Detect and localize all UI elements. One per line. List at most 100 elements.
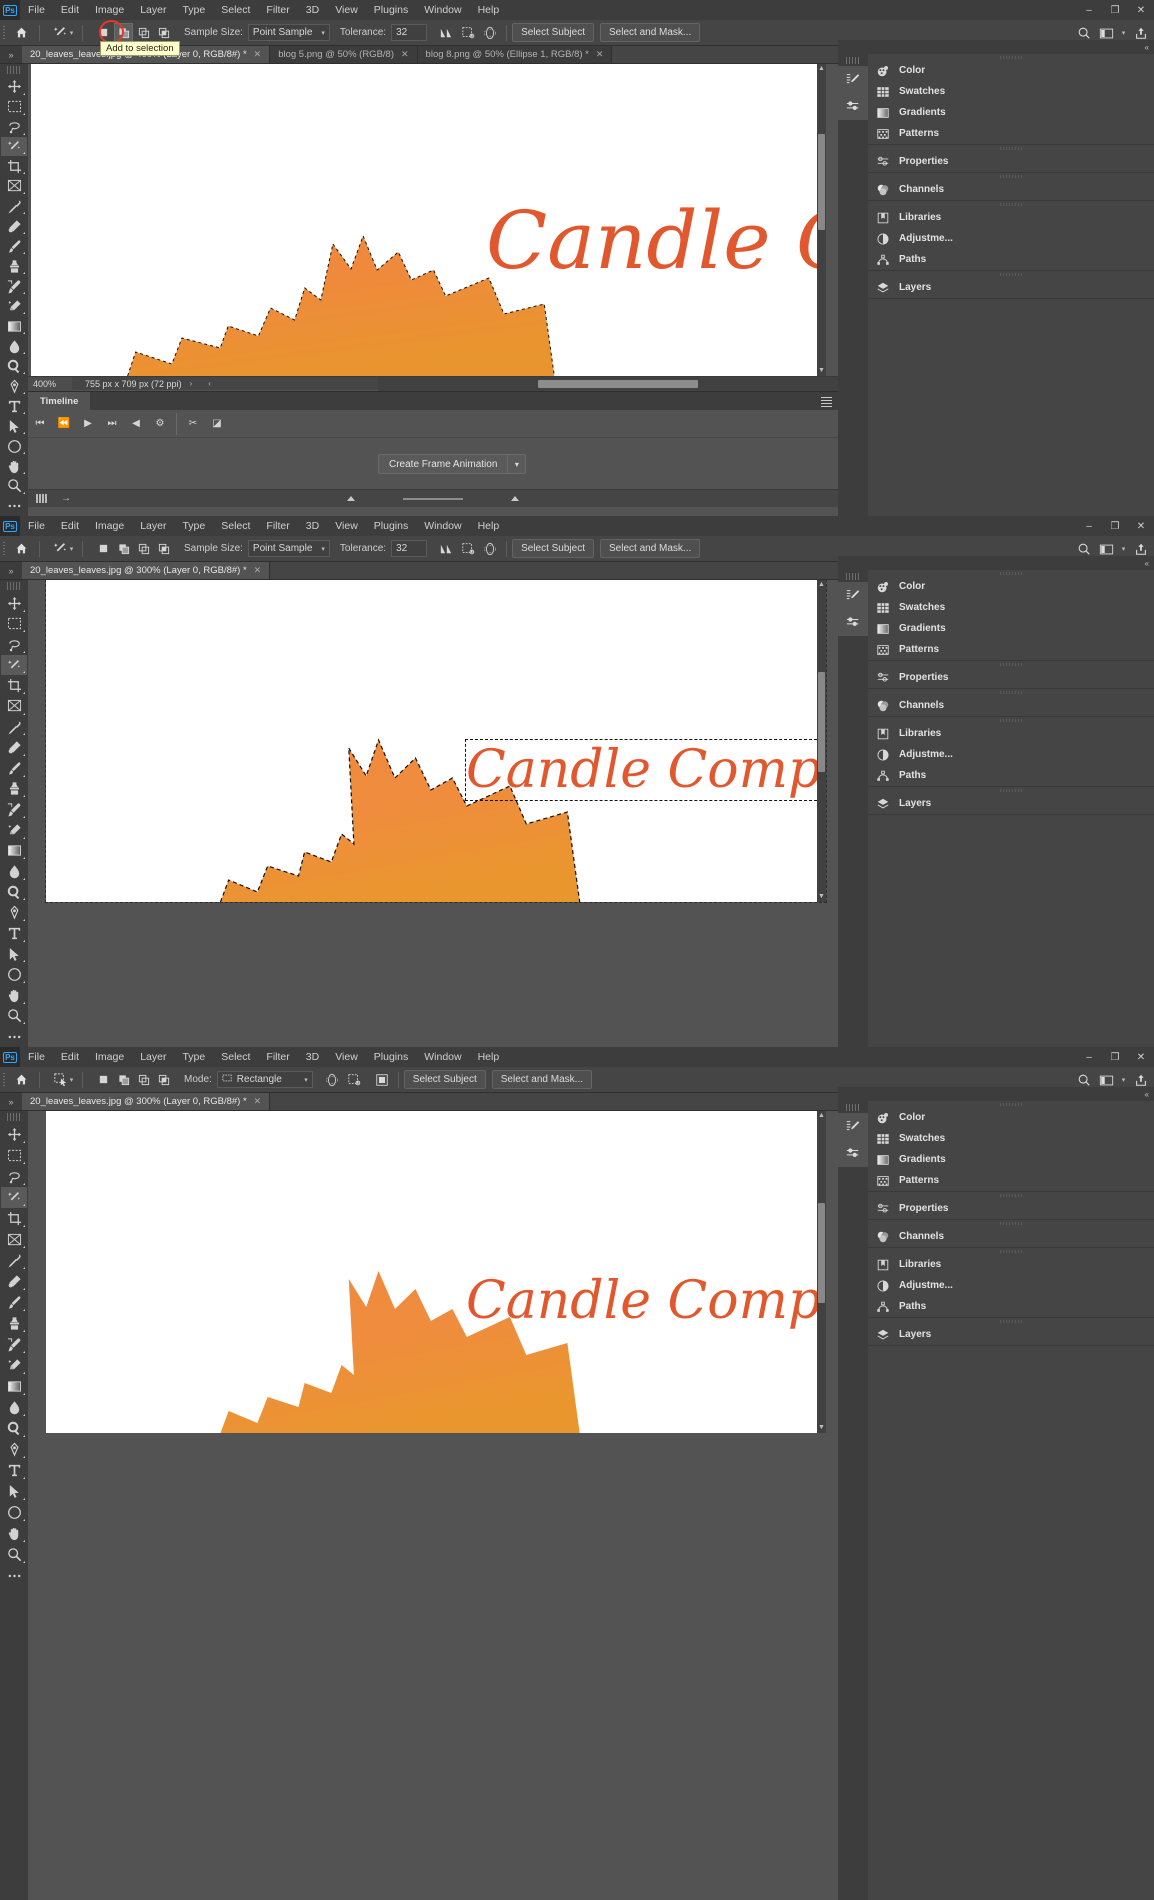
add-to-selection-icon[interactable] <box>114 1070 133 1089</box>
zoom-tool-icon[interactable] <box>1 476 27 496</box>
menu-select[interactable]: Select <box>213 516 258 536</box>
add-to-selection-icon[interactable] <box>114 539 133 558</box>
panel-item-channels[interactable]: Channels <box>868 179 1154 200</box>
blur-tool-icon[interactable] <box>1 861 27 882</box>
menu-plugins[interactable]: Plugins <box>366 0 416 20</box>
vertical-scroll-thumb[interactable] <box>818 672 825 772</box>
document-canvas-2[interactable]: Candle Comp ▲ ▼ <box>45 580 827 903</box>
eyedropper-tool-icon[interactable] <box>1 1250 27 1271</box>
minimize-button[interactable]: – <box>1076 1047 1102 1067</box>
panel-item-color[interactable]: Color <box>868 60 1154 81</box>
panel-item-adjustments[interactable]: Adjustme... <box>868 228 1154 249</box>
menu-window[interactable]: Window <box>416 0 469 20</box>
panel-item-paths[interactable]: Paths <box>868 1296 1154 1317</box>
sample-size-dropdown[interactable]: Point Sample ▾ <box>247 24 330 41</box>
menu-layer[interactable]: Layer <box>132 516 174 536</box>
ellipse-tool-icon[interactable] <box>1 964 27 985</box>
rectangular-marquee-tool-icon[interactable] <box>1 97 27 117</box>
object-selection-tool-icon[interactable] <box>1 654 27 676</box>
menu-view[interactable]: View <box>327 0 366 20</box>
menu-help[interactable]: Help <box>470 516 508 536</box>
frame-tool-icon[interactable] <box>1 176 27 196</box>
play-icon[interactable]: ▶ <box>76 412 100 436</box>
horizontal-scroll-thumb[interactable] <box>538 380 698 388</box>
panel-item-layers[interactable]: Layers <box>868 277 1154 298</box>
scroll-up-icon[interactable]: ▲ <box>817 64 826 74</box>
eraser-tool-icon[interactable] <box>1 1355 27 1376</box>
gradient-tool-icon[interactable] <box>1 1376 27 1397</box>
sample-size-dropdown[interactable]: Point Sample ▾ <box>247 540 330 557</box>
create-frame-animation-button[interactable]: Create Frame Animation <box>378 454 509 474</box>
panel-item-patterns[interactable]: Patterns <box>868 123 1154 144</box>
new-selection-icon[interactable] <box>94 539 113 558</box>
move-tool-icon[interactable] <box>1 77 27 97</box>
tab-overflow-arrows[interactable]: » <box>0 1093 22 1110</box>
panel-item-properties[interactable]: Properties <box>868 1198 1154 1219</box>
crop-tool-icon[interactable] <box>1 156 27 176</box>
panel-item-swatches[interactable]: Swatches <box>868 1128 1154 1149</box>
crop-tool-icon[interactable] <box>1 1208 27 1229</box>
lasso-tool-icon[interactable] <box>1 117 27 137</box>
panel-item-libraries[interactable]: Libraries <box>868 723 1154 744</box>
history-brush-tool-icon[interactable] <box>1 799 27 820</box>
collapse-panels-icon[interactable]: « <box>1145 559 1149 568</box>
menu-select[interactable]: Select <box>213 0 258 20</box>
blur-tool-icon[interactable] <box>1 336 27 356</box>
intersect-with-selection-icon[interactable] <box>154 1070 173 1089</box>
contiguous-icon[interactable] <box>436 539 456 559</box>
spot-healing-brush-tool-icon[interactable] <box>1 737 27 758</box>
menu-plugins[interactable]: Plugins <box>366 1047 416 1067</box>
history-brush-tool-icon[interactable] <box>1 1334 27 1355</box>
transition-icon[interactable]: ◪ <box>205 412 229 436</box>
menu-3d[interactable]: 3D <box>298 1047 327 1067</box>
zoom-tool-icon[interactable] <box>1 1006 27 1027</box>
properties-slider-icon[interactable] <box>838 609 868 636</box>
panel-item-swatches[interactable]: Swatches <box>868 81 1154 102</box>
menu-plugins[interactable]: Plugins <box>366 516 416 536</box>
spot-healing-brush-tool-icon[interactable] <box>1 216 27 236</box>
panel-item-swatches[interactable]: Swatches <box>868 597 1154 618</box>
settings-icon[interactable]: ⚙ <box>148 412 172 436</box>
add-to-selection-icon[interactable] <box>114 23 133 42</box>
timeline-zoom-handle[interactable] <box>511 496 519 501</box>
menu-select[interactable]: Select <box>213 1047 258 1067</box>
menu-3d[interactable]: 3D <box>298 516 327 536</box>
intersect-with-selection-icon[interactable] <box>154 23 173 42</box>
collapse-panels-icon[interactable]: « <box>1145 43 1149 52</box>
blur-tool-icon[interactable] <box>1 1397 27 1418</box>
lasso-tool-icon[interactable] <box>1 634 27 655</box>
options-bar-grip[interactable] <box>0 536 8 562</box>
eyedropper-tool-icon[interactable] <box>1 196 27 216</box>
home-icon[interactable] <box>9 1070 33 1090</box>
tolerance-input[interactable]: 32 <box>391 540 428 557</box>
scroll-up-icon[interactable]: ▲ <box>817 1111 826 1121</box>
move-tool-icon[interactable] <box>1 1124 27 1145</box>
active-tool-magic-wand-icon[interactable]: ▾ <box>49 23 77 43</box>
menu-window[interactable]: Window <box>416 1047 469 1067</box>
onion-skin-icon[interactable] <box>347 496 355 501</box>
object-selection-tool-icon[interactable] <box>1 1187 27 1208</box>
select-previous-frame-icon[interactable]: ⏪ <box>52 412 76 436</box>
select-subject-button[interactable]: Select Subject <box>403 1070 486 1089</box>
menu-file[interactable]: File <box>20 516 53 536</box>
timeline-zoom-slider[interactable] <box>403 497 463 500</box>
menu-edit[interactable]: Edit <box>53 1047 87 1067</box>
eyedropper-tool-icon[interactable] <box>1 717 27 738</box>
contiguous-icon[interactable] <box>436 23 456 43</box>
panel-item-libraries[interactable]: Libraries <box>868 1254 1154 1275</box>
canvas-vertical-scrollbar-2[interactable]: ▲ ▼ <box>817 580 826 902</box>
chevron-down-icon[interactable]: ▾ <box>70 545 74 553</box>
menu-window[interactable]: Window <box>416 516 469 536</box>
clone-stamp-tool-icon[interactable] <box>1 256 27 276</box>
subtract-from-selection-icon[interactable] <box>134 1070 153 1089</box>
split-at-playhead-icon[interactable]: ✂ <box>181 412 205 436</box>
dodge-tool-icon[interactable] <box>1 356 27 376</box>
horizontal-type-tool-icon[interactable] <box>1 923 27 944</box>
properties-slider-icon[interactable] <box>838 1140 868 1167</box>
scroll-down-icon[interactable]: ▼ <box>817 1423 826 1433</box>
panel-menu-icon[interactable] <box>821 397 832 407</box>
ellipse-tool-icon[interactable] <box>1 1502 27 1523</box>
close-icon[interactable]: ✕ <box>401 49 409 60</box>
refine-edge-icon[interactable] <box>480 539 500 559</box>
eraser-tool-icon[interactable] <box>1 296 27 316</box>
